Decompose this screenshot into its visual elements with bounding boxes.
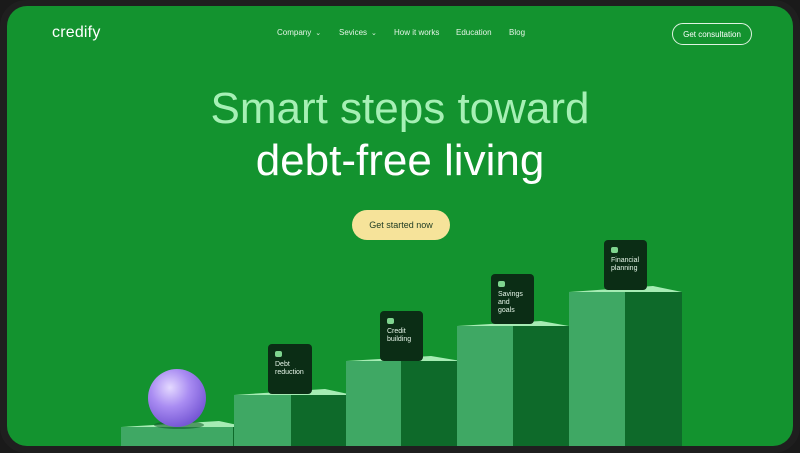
step-label: reduction [275, 369, 304, 376]
step-label: Debt [275, 361, 290, 368]
purple-sphere [148, 369, 206, 427]
step-block [234, 389, 353, 446]
lock-icon [275, 351, 282, 357]
step-card-debt-reduction: Debt reduction [268, 344, 312, 394]
step-card-financial-planning: Financial planning [604, 240, 647, 290]
chart-icon [611, 247, 618, 253]
step-card-credit-building: Credit building [380, 311, 423, 361]
step-label: Financial [611, 257, 640, 264]
step-block [346, 356, 461, 446]
page-viewport: credify Company ⌄ Sevices ⌄ How it works… [7, 6, 793, 446]
step-card-savings-and-goals: Savings and goals [491, 274, 534, 324]
card-icon [387, 318, 394, 324]
step-label: building [387, 336, 412, 343]
staircase-illustration [121, 286, 682, 446]
step-label: Savings [498, 291, 523, 298]
piggy-bank-icon [498, 281, 505, 287]
device-frame: credify Company ⌄ Sevices ⌄ How it works… [0, 0, 800, 453]
step-block [569, 286, 682, 446]
step-label: planning [611, 265, 638, 272]
step-label: Credit [387, 328, 406, 335]
step-block [457, 321, 569, 446]
step-label: and goals [498, 299, 515, 314]
